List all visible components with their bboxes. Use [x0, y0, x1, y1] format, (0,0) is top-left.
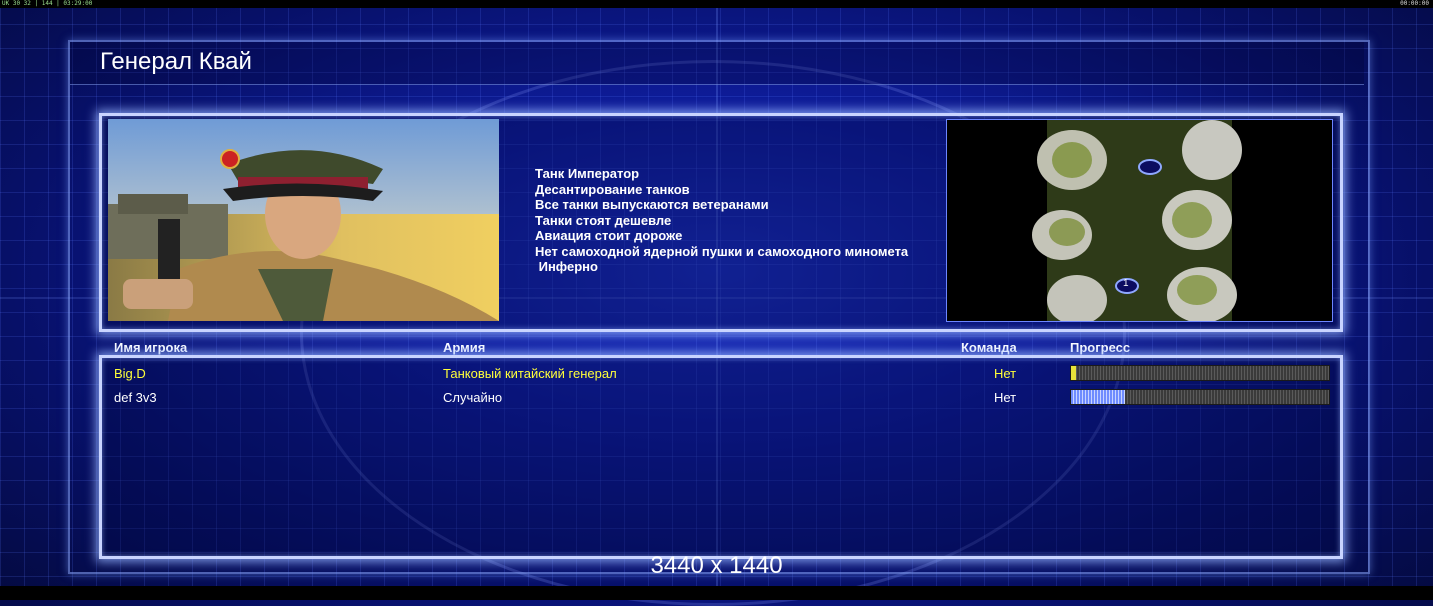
- player-progress-fill: [1071, 366, 1077, 380]
- map-preview: 1: [946, 119, 1333, 322]
- player-army: Случайно: [443, 390, 503, 405]
- page-title: Генерал Квай: [100, 48, 252, 75]
- bottom-bar: [0, 586, 1433, 600]
- feature-item: Авиация стоит дороже: [535, 228, 683, 243]
- general-features-list: Танк Император Десантирование танков Все…: [535, 166, 908, 275]
- portrait-illustration: [108, 119, 499, 321]
- status-right-text: 00:00:00: [1400, 0, 1429, 7]
- player-team: Нет: [994, 366, 1017, 381]
- title-strip: [70, 42, 1364, 85]
- header-player-name: Имя игрока: [114, 340, 188, 355]
- header-progress: Прогресс: [1070, 340, 1131, 355]
- header-army: Армия: [443, 340, 486, 355]
- general-portrait-image: [108, 119, 499, 321]
- minimap-illustration: [947, 120, 1332, 321]
- map-start-marker-label: 1: [1123, 278, 1129, 289]
- resolution-label: 3440 x 1440: [650, 552, 783, 579]
- player-army: Танковый китайский генерал: [443, 366, 617, 381]
- feature-item: Нет самоходной ядерной пушки и самоходно…: [535, 243, 909, 259]
- players-panel: [99, 355, 1343, 559]
- status-left-text: UK 30 32 | 144 | 03:29:00: [2, 0, 93, 7]
- header-team: Команда: [961, 340, 1017, 355]
- player-progress-bar: [1070, 365, 1330, 381]
- feature-item: Все танки выпускаются ветеранами: [535, 197, 769, 212]
- feature-item: Инферно: [535, 259, 598, 274]
- player-name: Big.D: [114, 366, 146, 381]
- feature-item: Танк Император: [535, 166, 640, 181]
- top-status-bar: UK 30 32 | 144 | 03:29:00 00:00:00: [0, 0, 1433, 8]
- feature-item: Десантирование танков: [535, 181, 690, 197]
- player-name: def 3v3: [114, 390, 157, 405]
- feature-item: Танки стоят дешевле: [535, 212, 672, 228]
- player-progress-bar: [1070, 389, 1330, 405]
- player-team: Нет: [994, 390, 1017, 405]
- player-progress-fill: [1071, 390, 1126, 404]
